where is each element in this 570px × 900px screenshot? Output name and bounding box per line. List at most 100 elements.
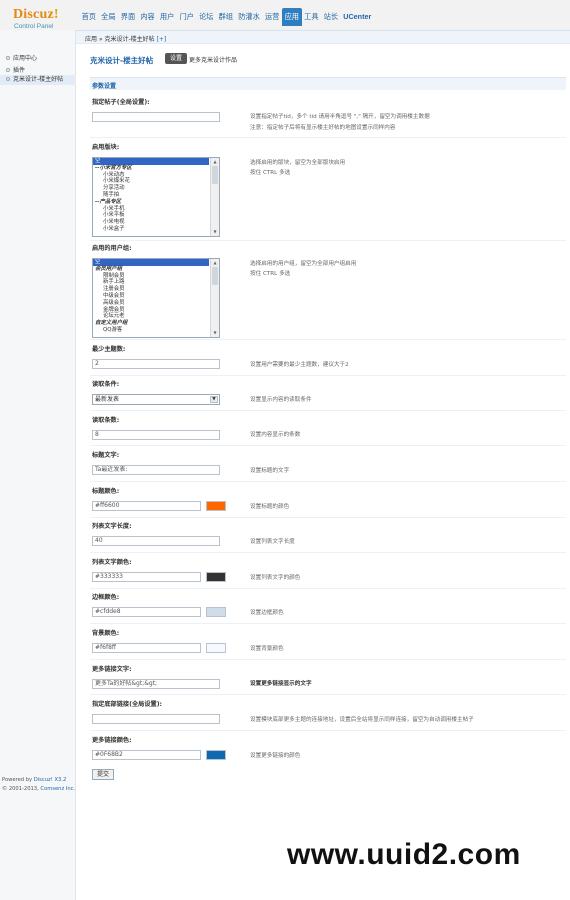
scroll-up-icon[interactable]: ▲ [212, 159, 218, 165]
groups-options: 空会员用户组 限制会员 新手上路 注册会员 中级会员 高级会员 金牌会员 论坛元老 自定义用户组… [93, 259, 219, 334]
scroll-up-icon[interactable]: ▲ [212, 260, 218, 266]
nav-item[interactable]: 防灌水 [236, 8, 263, 26]
read-count-input[interactable]: 8 [92, 430, 220, 440]
border-color-input[interactable]: #cfdde8 [92, 607, 201, 617]
list-option[interactable]: QQ游客 [93, 327, 219, 334]
top-nav: 首页 全局 界面 内容 用户 门户 论坛 群组 防灌水 运营 应用 工具 站长 UCenter [79, 8, 374, 26]
comsenz-link[interactable]: Comsenz Inc. [40, 786, 75, 792]
list-color-input[interactable]: #333333 [92, 572, 201, 582]
sidebar-item-app-center[interactable]: 应用中心 [6, 53, 37, 62]
divider [90, 659, 566, 660]
min-topics-input[interactable]: 2 [92, 359, 220, 369]
settings-tab[interactable]: 设置 [165, 53, 188, 64]
list-length-input[interactable]: 40 [92, 536, 220, 546]
list-option[interactable]: 分享活动 [93, 185, 219, 192]
nav-item[interactable]: 首页 [79, 8, 99, 26]
divider [90, 375, 566, 376]
list-option[interactable]: --产品专区 [93, 199, 219, 206]
title-color-swatch[interactable] [206, 501, 226, 511]
nav-item[interactable]: 用户 [157, 8, 177, 26]
more-color-hint: 设置更多链接的颜色 [250, 753, 301, 759]
title-text-hint: 设置标题的文字 [250, 468, 290, 474]
breadcrumb-toggle[interactable]: [+] [157, 36, 167, 43]
read-count-label: 读取条数: [92, 417, 120, 424]
divider [90, 339, 566, 340]
bg-color-swatch[interactable] [206, 643, 226, 653]
list-option[interactable]: 会员用户组 [93, 266, 219, 273]
scrollbar[interactable]: ▲ ▼ [210, 158, 219, 236]
list-option[interactable]: 空 [93, 259, 209, 266]
divider [90, 481, 566, 482]
nav-item[interactable]: UCenter [341, 8, 374, 26]
nav-item[interactable]: 内容 [138, 8, 158, 26]
list-option[interactable]: 小米电视 [93, 219, 219, 226]
divider [90, 410, 566, 411]
groups-listbox[interactable]: 空会员用户组 限制会员 新手上路 注册会员 中级会员 高级会员 金牌会员 论坛元老 自定义用户组… [92, 258, 220, 338]
divider [90, 623, 566, 624]
nav-item[interactable]: 全局 [99, 8, 119, 26]
more-text-input[interactable]: 更多Ta的好帖&gt;&gt; [92, 679, 220, 689]
breadcrumb: 应用 » 克米设计-楼主好帖 [+] [85, 34, 166, 43]
divider [90, 588, 566, 589]
copyright: © 2001-2013, Comsenz Inc. [2, 786, 76, 792]
list-option[interactable]: 空 [93, 158, 209, 165]
scrollbar[interactable]: ▲ ▼ [210, 259, 219, 337]
list-option[interactable]: --小米官方专区 [93, 165, 219, 172]
divider [90, 445, 566, 446]
list-option[interactable]: 高级会员 [93, 300, 219, 307]
list-option[interactable]: 自定义用户组 [93, 320, 219, 327]
list-length-label: 列表文字长度: [92, 523, 132, 530]
submit-button[interactable]: 提交 [92, 769, 114, 780]
scroll-thumb[interactable] [212, 267, 218, 285]
divider [90, 694, 566, 695]
list-option[interactable]: 小米盒子 [93, 226, 219, 233]
groups-hint: 选择启用的用户组，留空为全部用户组启用 [250, 261, 357, 267]
list-color-hint: 设置列表文字的颜色 [250, 575, 301, 581]
border-color-swatch[interactable] [206, 607, 226, 617]
list-option[interactable]: 中级会员 [93, 293, 219, 300]
list-color-swatch[interactable] [206, 572, 226, 582]
nav-item[interactable]: 论坛 [196, 8, 216, 26]
scroll-down-icon[interactable]: ▼ [212, 229, 218, 235]
chevron-down-icon[interactable]: ▼ [210, 396, 218, 403]
nav-item[interactable]: 门户 [177, 8, 197, 26]
scroll-down-icon[interactable]: ▼ [212, 330, 218, 336]
min-topics-label: 最少主题数: [92, 346, 126, 353]
nav-item[interactable]: 应用 [281, 8, 302, 26]
more-color-swatch[interactable] [206, 750, 226, 760]
list-option[interactable]: 注册会员 [93, 286, 219, 293]
more-color-input[interactable]: #0F68B2 [92, 750, 201, 760]
tid-input[interactable] [92, 112, 220, 122]
tid-hint: 设置指定帖子tid，多个 tid 请用半角逗号 "," 隔开，留空为调用楼主数据 [250, 114, 430, 120]
forums-listbox[interactable]: 空 --小米官方专区 小米动态 小米爆米花 分享活动 随手拍 --产品专区 小米手机 小米平板小… [92, 157, 220, 237]
list-option[interactable]: 随手拍 [93, 192, 219, 199]
groups-hint-ctrl: 按住 CTRL 多选 [250, 271, 291, 277]
logo[interactable]: Discuz! Control Panel [0, 0, 76, 30]
nav-item[interactable]: 群组 [216, 8, 236, 26]
bg-color-input[interactable]: #f6f8ff [92, 643, 201, 653]
title-text-input[interactable]: Ta最近发表: [92, 465, 220, 475]
border-color-hint: 设置边框颜色 [250, 610, 284, 616]
bg-color-label: 背景颜色: [92, 630, 120, 637]
more-text-label: 更多链接文字: [92, 666, 132, 673]
title-color-input[interactable]: #ff6600 [92, 501, 201, 511]
nav-item[interactable]: 界面 [118, 8, 138, 26]
discuz-link[interactable]: Discuz! X3.2 [34, 777, 67, 783]
title-color-label: 标题颜色: [92, 488, 120, 495]
groups-label: 启用的用户组: [92, 245, 132, 252]
more-works-link[interactable]: 更多克米设计作品 [189, 55, 237, 64]
nav-item[interactable]: 站长 [321, 8, 341, 26]
powered-by: Powered by Discuz! X3.2 [2, 777, 67, 783]
sidebar-item-plugin-current[interactable]: 克米设计-楼主好帖 [0, 75, 76, 85]
nav-item[interactable]: 工具 [302, 8, 322, 26]
nav-item[interactable]: 运营 [262, 8, 282, 26]
read-condition-select[interactable]: 最新发表 ▼ [92, 394, 220, 405]
divider [90, 730, 566, 731]
min-topics-hint: 设置用户需要的最少主题数，建议大于2 [250, 362, 349, 368]
bullet-icon [6, 68, 10, 72]
bg-color-hint: 设置背景颜色 [250, 646, 284, 652]
bottom-link-input[interactable] [92, 714, 220, 724]
sidebar-item-plugins[interactable]: 插件 [6, 65, 25, 74]
divider [90, 552, 566, 553]
scroll-thumb[interactable] [212, 166, 218, 184]
